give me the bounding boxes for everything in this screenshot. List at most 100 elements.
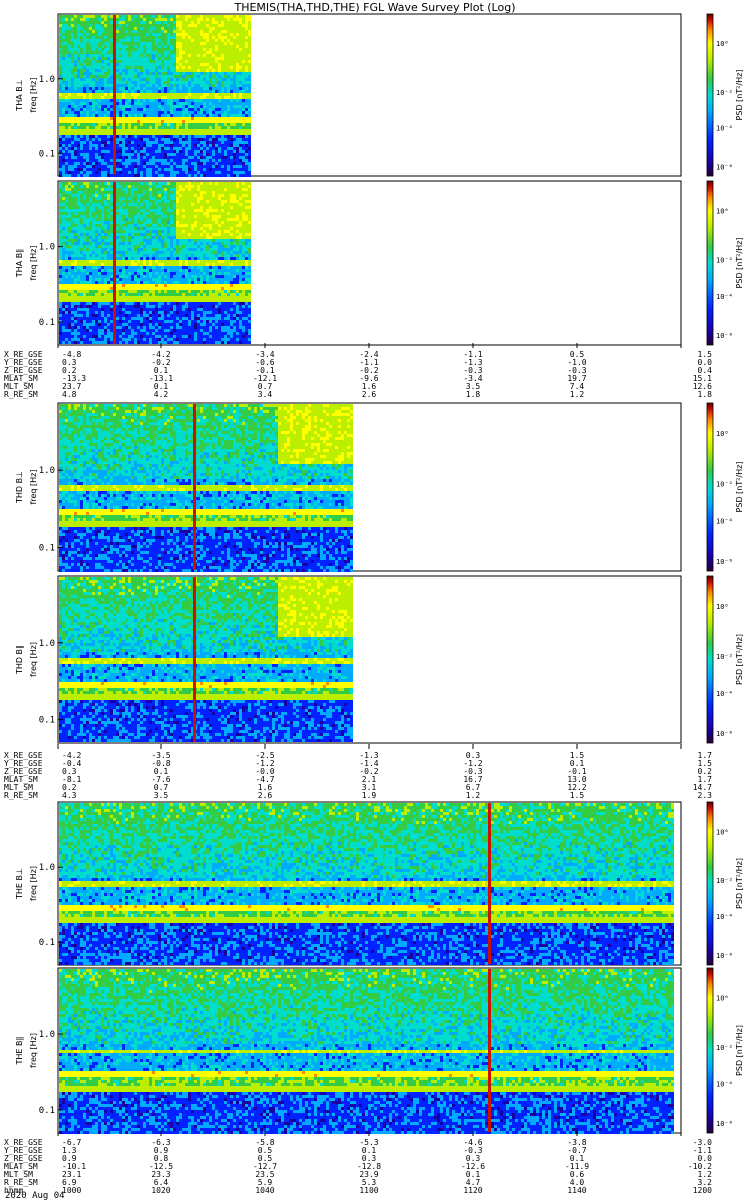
colorbar-tick-label: 10⁰ [716,40,729,48]
chart-title: THEMIS(THA,THD,THE) FGL Wave Survey Plot… [233,1,515,14]
colorbar [707,802,713,965]
y-label-probe: THE B⊥ [15,868,24,900]
ephemeris-value: 1140 [567,1186,586,1195]
colorbar-label: PSD [nT²/Hz] [735,238,744,289]
spike-mark [113,15,116,175]
colorbar-tick-label: 10⁻⁴ [716,124,733,132]
y-label-probe: THD B⊥ [15,471,24,504]
ephemeris-value: 1200 [693,1186,712,1195]
y-label-probe: THA B∥ [15,249,24,278]
y-tick-label: 1.0 [39,1030,55,1040]
y-tick-label: 1.0 [39,75,55,85]
colorbar-label: PSD [nT²/Hz] [735,462,744,513]
colorbar-label: PSD [nT²/Hz] [735,858,744,909]
panel-1: 1.0 0.1 THA B⊥ freq [Hz] 10⁰ 10⁻² 10⁻⁴ 10⁻⁶ PSD … [15,14,744,177]
ephemeris-value: 1.5 [570,791,585,800]
colorbar-tick-label: 10⁰ [716,828,729,836]
spike-mark [193,577,196,742]
panel-5: 1.00.1THE B⊥ freq [Hz]10⁰10⁻²10⁻⁴10⁻⁶PSD … [15,802,744,965]
spectrogram-cells [59,404,353,572]
colorbar-tick-label: 10⁻² [716,1044,733,1052]
colorbar-tick-label: 10⁻² [716,89,733,97]
colorbar-tick-label: 10⁻² [716,877,733,885]
ephemeris-block-1: X_RE_GSE -4.8 -4.2 -3.4 -2.4 -1.1 0.5 1.5Y_RE_G… [4,343,712,399]
y-label-probe: THD B∥ [15,645,24,675]
y-tick-label: 0.1 [39,543,55,553]
colorbar-tick-label: 10⁻⁶ [716,952,733,960]
ephemeris-value: 4.8 [62,390,77,399]
colorbar-tick-label: 10⁻⁴ [716,293,733,301]
y-tick-label: 0.1 [39,318,55,328]
colorbar [707,14,713,176]
colorbar [707,968,713,1133]
y-tick-label: 0.1 [39,938,55,948]
ephemeris-block-2: X_RE_GSE -4.2 -3.5 -2.5 -1.3 0.3 1.5 1.7Y_RE_GS… [4,744,712,800]
y-label-unit: freq [Hz] [29,642,38,677]
ephemeris-value: 1040 [255,1186,274,1195]
colorbar-tick-label: 10⁰ [716,603,729,611]
y-tick-label: 1.0 [39,466,55,476]
colorbar-tick-label: 10⁻² [716,257,733,265]
y-tick-label: 0.1 [39,149,55,159]
y-label-unit: freq [Hz] [29,1033,38,1068]
colorbar-tick-label: 10⁻⁶ [716,332,733,340]
panel-3: 1.0 0.1 THD B⊥ freq [Hz] 10⁰ 10⁻² 10⁻⁴ 10⁻⁶ PSD … [15,403,744,572]
y-tick-label: 1.0 [39,243,55,253]
spike-mark [488,969,491,1132]
ephemeris-value: 3.4 [258,390,273,399]
colorbar-label: PSD [nT²/Hz] [735,70,744,121]
y-label-unit: freq [Hz] [29,246,38,281]
panel-2: 1.0 0.1 THA B∥ freq [Hz] 10⁰ 10⁻² 10⁻⁴ 10⁻⁶ PSD … [15,181,744,345]
colorbar [707,181,713,345]
ephemeris-value: 1.2 [466,791,481,800]
colorbar-tick-label: 10⁻⁴ [716,518,733,526]
spectrogram-cells [59,182,251,344]
colorbar [707,576,713,743]
spike-mark [488,803,491,964]
y-tick-label: 1.0 [39,863,55,873]
spectrogram-cells [59,15,251,177]
ephemeris-value: 2.6 [258,791,273,800]
colorbar-label: PSD [nT²/Hz] [735,634,744,685]
spectrogram-cells [59,803,674,965]
colorbar-tick-label: 10⁻² [716,653,733,661]
colorbar-tick-label: 10⁻⁶ [716,730,733,738]
colorbar-tick-label: 10⁰ [716,208,729,216]
ephemeris-value: 1100 [359,1186,378,1195]
spectrogram-cells [59,969,674,1134]
y-label-unit: freq [Hz] [29,78,38,113]
ephemeris-value: 4.2 [154,390,169,399]
ephemeris-value: 1020 [151,1186,170,1195]
ephemeris-value: 3.5 [154,791,169,800]
colorbar-tick-label: 10⁻⁶ [716,558,733,566]
colorbar-tick-label: 10⁻² [716,481,733,489]
colorbar-tick-label: 10⁻⁴ [716,1081,733,1089]
y-label-probe: THE B∥ [15,1037,24,1066]
ephemeris-value: 1000 [62,1186,81,1195]
ephemeris-value: 1.8 [466,390,481,399]
colorbar-tick-label: 10⁻⁶ [716,163,733,171]
colorbar-tick-label: 10⁰ [716,430,729,438]
ephemeris-value: 1.8 [698,390,713,399]
ephemeris-row-label: R_RE_SM [4,791,38,800]
ephemeris-value: 4.3 [62,791,77,800]
colorbar-tick-label: 10⁻⁴ [716,690,733,698]
panel-6: 1.00.1THE B∥ freq [Hz]10⁰10⁻²10⁻⁴10⁻⁶PSD … [15,968,744,1134]
y-tick-label: 0.1 [39,716,55,726]
ephemeris-value: 2.3 [698,791,713,800]
colorbar [707,403,713,571]
ephemeris-row-label: R_RE_SM [4,390,38,399]
y-label-probe: THA B⊥ [15,79,24,111]
ephemeris-value: 1.9 [362,791,377,800]
colorbar-tick-label: 10⁰ [716,995,729,1003]
colorbar-tick-label: 10⁻⁶ [716,1120,733,1128]
ephemeris-value: 2.6 [362,390,377,399]
ephemeris-value: 1120 [463,1186,482,1195]
y-tick-label: 1.0 [39,639,55,649]
ephemeris-block-3: X_RE_GSE -6.7 -6.3 -5.8 -5.3 -4.6 -3.8 -3.0Y_RE… [4,1131,712,1195]
ephemeris-value: 1.2 [570,390,585,399]
y-label-unit: freq [Hz] [29,470,38,505]
spike-mark [113,182,116,344]
panels-layer: 1.0 0.1 THA B⊥ freq [Hz] 10⁰ 10⁻² 10⁻⁴ 10⁻⁶ PSD … [15,14,744,1134]
colorbar-label: PSD [nT²/Hz] [735,1025,744,1076]
